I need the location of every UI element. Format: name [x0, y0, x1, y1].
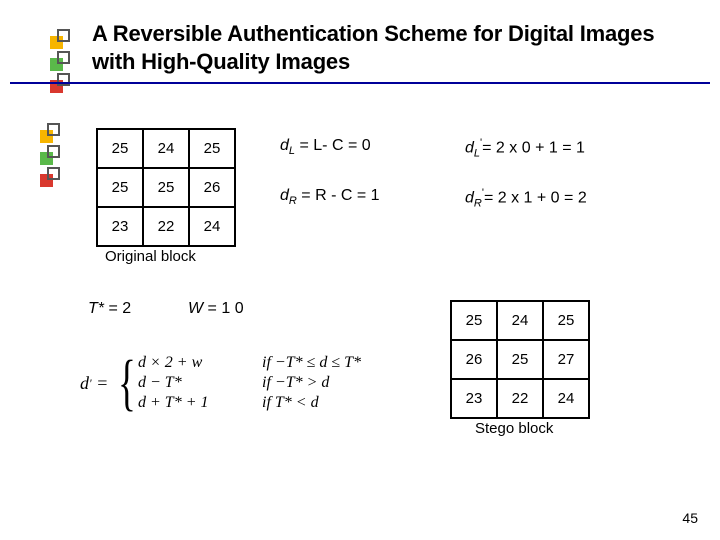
cell: 22	[497, 379, 543, 418]
cell: 23	[451, 379, 497, 418]
case-cond: if −T* > d	[262, 373, 329, 393]
original-block-label: Original block	[105, 248, 196, 265]
title-bullet-2	[50, 48, 72, 70]
stego-block-label: Stego block	[475, 420, 553, 437]
eq-sub: R	[289, 195, 297, 207]
param-eq: = 2	[104, 300, 131, 317]
cell: 22	[143, 207, 189, 246]
outline-square-icon	[47, 167, 60, 180]
cell: 25	[543, 301, 589, 340]
case-expr: d × 2 + w	[138, 353, 238, 373]
equation-dR-prime: dR'= 2 x 1 + 0 = 2	[465, 187, 587, 210]
param-T-star: T* = 2	[88, 300, 131, 318]
slide-title-text: A Reversible Authentication Scheme for D…	[92, 20, 692, 75]
cell: 25	[97, 168, 143, 207]
eq-var: d	[280, 137, 289, 154]
outline-square-icon	[57, 73, 70, 86]
title-bullet-1	[50, 26, 72, 48]
formula-lhs-prime: '	[89, 376, 92, 391]
cell: 26	[451, 340, 497, 379]
eq-body: = R - C = 1	[297, 187, 380, 204]
piecewise-formula: d' = { d × 2 + w if −T* ≤ d ≤ T* d − T* …	[80, 352, 390, 414]
case-expr: d − T*	[138, 373, 238, 393]
outline-square-icon	[57, 29, 70, 42]
cell: 24	[189, 207, 235, 246]
eq-sub: R	[474, 198, 482, 210]
cell: 25	[143, 168, 189, 207]
slide-number: 45	[682, 510, 698, 526]
cell: 24	[143, 129, 189, 168]
cell: 24	[497, 301, 543, 340]
outline-square-icon	[47, 123, 60, 136]
body-bullet-3	[40, 164, 62, 186]
param-W: W = 1 0	[188, 300, 244, 318]
slide-title: A Reversible Authentication Scheme for D…	[92, 20, 692, 75]
param-eq: = 1 0	[203, 300, 243, 317]
cell: 25	[497, 340, 543, 379]
body-bullet-2	[40, 142, 62, 164]
eq-var: d	[465, 189, 474, 206]
equation-dL-prime: dL'= 2 x 0 + 1 = 1	[465, 137, 585, 160]
param-lhs: W	[188, 300, 203, 317]
cell: 23	[97, 207, 143, 246]
eq-var: d	[280, 187, 289, 204]
original-block-grid: 25 24 25 25 25 26 23 22 24	[96, 128, 236, 247]
body-bullet-1	[40, 120, 62, 142]
eq-body: = 2 x 1 + 0 = 2	[484, 189, 587, 206]
eq-body: = L- C = 0	[295, 137, 371, 154]
case-cond: if T* < d	[262, 393, 319, 413]
equation-dL: dL = L- C = 0	[280, 137, 371, 157]
cell: 27	[543, 340, 589, 379]
title-underline	[10, 82, 710, 84]
cell: 25	[97, 129, 143, 168]
cell: 24	[543, 379, 589, 418]
outline-square-icon	[47, 145, 60, 158]
title-bullet-3	[50, 70, 72, 92]
formula-lhs-var: d	[80, 373, 89, 394]
brace-icon: {	[118, 352, 136, 414]
equation-dR: dR = R - C = 1	[280, 187, 380, 207]
case-expr: d + T* + 1	[138, 393, 238, 413]
cell: 25	[451, 301, 497, 340]
cell: 26	[189, 168, 235, 207]
cell: 25	[189, 129, 235, 168]
eq-var: d	[465, 139, 474, 156]
stego-block-grid: 25 24 25 26 25 27 23 22 24	[450, 300, 590, 419]
case-cond: if −T* ≤ d ≤ T*	[262, 353, 361, 373]
outline-square-icon	[57, 51, 70, 64]
eq-body: = 2 x 0 + 1 = 1	[482, 139, 585, 156]
param-lhs: T*	[88, 300, 104, 317]
eq-sub: L	[474, 148, 480, 160]
